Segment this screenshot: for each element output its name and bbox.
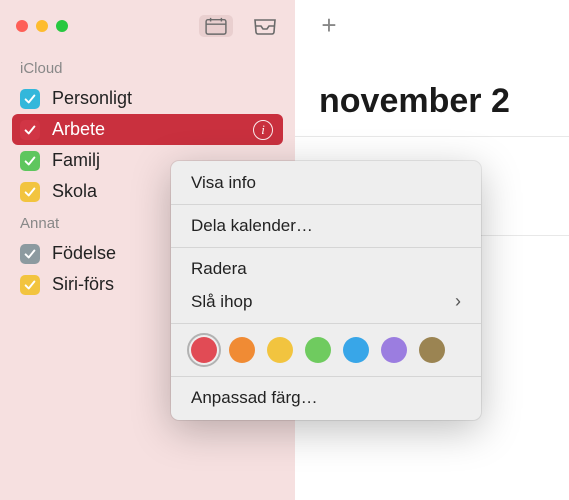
calendar-checkbox[interactable]: [20, 151, 40, 171]
calendar-label: Arbete: [52, 119, 105, 140]
zoom-window-button[interactable]: [56, 20, 68, 32]
color-swatch-brown[interactable]: [419, 337, 445, 363]
menu-separator: [171, 204, 481, 205]
calendar-checkbox[interactable]: [20, 120, 40, 140]
calendar-label: Skola: [52, 181, 97, 202]
calendar-label: Familj: [52, 150, 100, 171]
calendar-label: Siri-förs: [52, 274, 114, 295]
menu-custom-color[interactable]: Anpassad färg…: [171, 382, 481, 414]
minimize-window-button[interactable]: [36, 20, 48, 32]
menu-delete[interactable]: Radera: [171, 253, 481, 285]
menu-separator: [171, 376, 481, 377]
calendar-checkbox[interactable]: [20, 89, 40, 109]
close-window-button[interactable]: [16, 20, 28, 32]
menu-share-calendar[interactable]: Dela kalender…: [171, 210, 481, 242]
context-menu: Visa info Dela kalender… Radera Slå ihop…: [171, 161, 481, 420]
color-swatch-green[interactable]: [305, 337, 331, 363]
color-picker-row: [171, 329, 481, 371]
calendar-label: Personligt: [52, 88, 132, 109]
main-toolbar: +: [295, 0, 569, 52]
chevron-right-icon: ›: [455, 291, 461, 312]
add-event-button[interactable]: +: [315, 12, 343, 40]
divider: [295, 136, 569, 137]
calendar-checkbox[interactable]: [20, 182, 40, 202]
menu-merge[interactable]: Slå ihop ›: [171, 285, 481, 318]
titlebar: [0, 0, 295, 52]
calendar-checkbox[interactable]: [20, 244, 40, 264]
sidebar-section-header: iCloud: [0, 52, 295, 83]
calendar-view-icon[interactable]: [199, 15, 233, 37]
menu-label: Visa info: [191, 173, 256, 193]
calendar-item[interactable]: Arbete i: [12, 114, 283, 145]
calendar-item[interactable]: Personligt: [0, 83, 295, 114]
menu-show-info[interactable]: Visa info: [171, 167, 481, 199]
color-swatch-red[interactable]: [191, 337, 217, 363]
menu-separator: [171, 247, 481, 248]
app-window: iCloudPersonligtArbeteiFamiljSkolaAnnatF…: [0, 0, 569, 500]
menu-label: Radera: [191, 259, 247, 279]
inbox-icon[interactable]: [251, 15, 279, 37]
color-swatch-purple[interactable]: [381, 337, 407, 363]
month-title: november 2: [319, 82, 510, 121]
window-controls: [16, 20, 68, 32]
menu-label: Dela kalender…: [191, 216, 313, 236]
menu-label: Slå ihop: [191, 292, 252, 312]
menu-label: Anpassad färg…: [191, 388, 318, 408]
color-swatch-yellow[interactable]: [267, 337, 293, 363]
calendar-label: Födelse: [52, 243, 116, 264]
color-swatch-blue[interactable]: [343, 337, 369, 363]
calendar-checkbox[interactable]: [20, 275, 40, 295]
info-icon[interactable]: i: [253, 120, 273, 140]
menu-separator: [171, 323, 481, 324]
color-swatch-orange[interactable]: [229, 337, 255, 363]
